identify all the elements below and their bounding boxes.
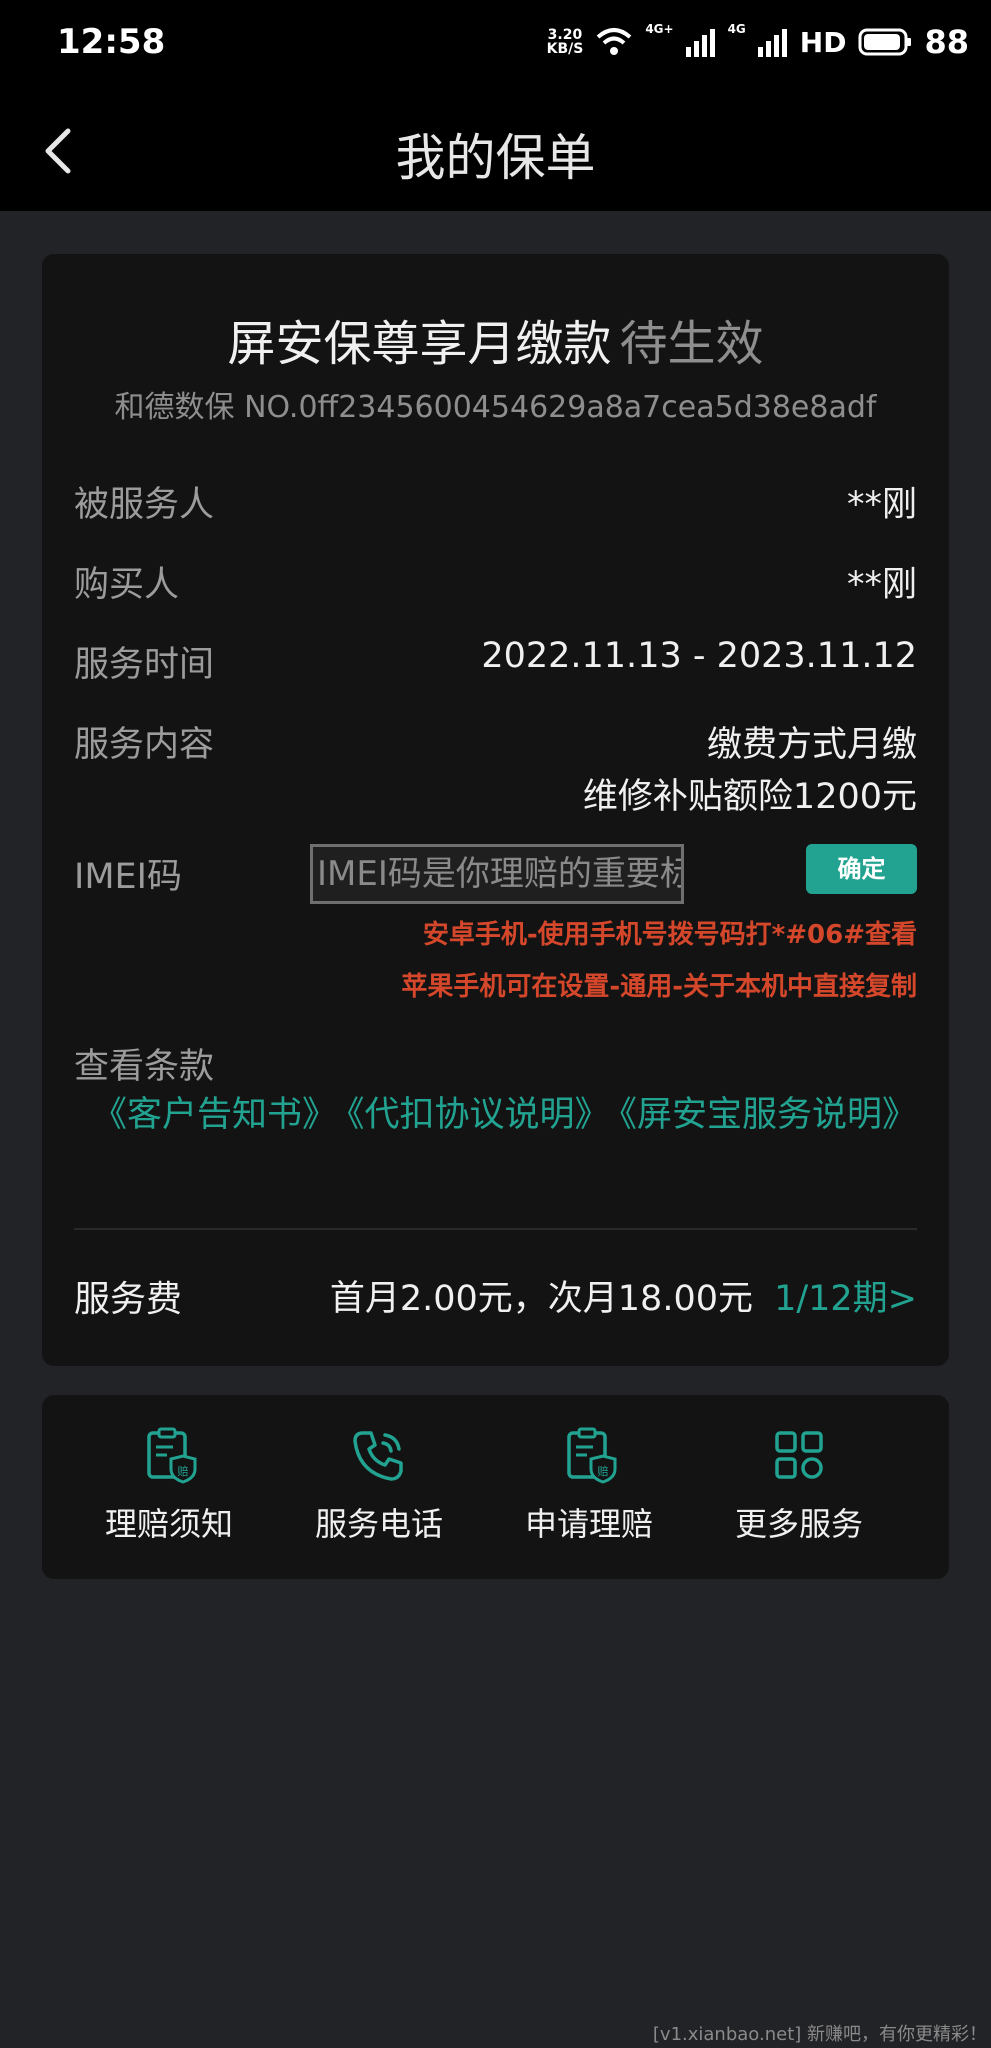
- status-bar: 12:58 3.20 KB/S 4G+ 4G HD 88: [0, 0, 991, 90]
- service-time-value: 2022.11.13 - 2023.11.12: [481, 636, 917, 676]
- term-link-withhold-agreement[interactable]: 《代扣协议说明》: [347, 1095, 610, 1135]
- service-time-label: 服务时间: [74, 645, 215, 685]
- divider: [74, 1228, 917, 1230]
- network-speed-unit: KB/S: [546, 41, 584, 57]
- action-service-phone[interactable]: 服务电话: [274, 1395, 484, 1579]
- nav-bar: 我的保单: [0, 90, 991, 211]
- network-speed-value: 3.20: [547, 27, 583, 43]
- service-content-line-2: 维修补贴额险1200元: [582, 777, 917, 817]
- action-label: 申请理赔: [524, 1505, 653, 1543]
- fee-label: 服务费: [74, 1279, 183, 1320]
- fee-value: 首月2.00元，次月18.00元: [329, 1279, 753, 1319]
- imei-hint-android: 安卓手机-使用手机号拨号码打*#06#查看: [422, 920, 917, 950]
- insured-label: 被服务人: [74, 485, 215, 525]
- terms-links: 《客户告知书》 《代扣协议说明》 《屏安宝服务说明》: [74, 1090, 917, 1141]
- imei-input[interactable]: IMEI码是你理赔的重要标志: [310, 844, 684, 904]
- policy-name: 屏安保尊享月缴款: [227, 316, 612, 372]
- watermark: [v1.xianbao.net] 新赚吧，有你更精彩！: [652, 2024, 987, 2045]
- status-icons: 3.20 KB/S 4G+ 4G HD 88: [547, 22, 969, 62]
- wifi-icon: [596, 28, 632, 55]
- grid-icon: [775, 1431, 823, 1479]
- svg-text:赔: 赔: [598, 1464, 609, 1478]
- action-label: 理赔须知: [104, 1505, 233, 1543]
- service-content-line-1: 缴费方式月缴: [706, 725, 917, 765]
- imei-hint-apple: 苹果手机可在设置-通用-关于本机中直接复制: [401, 972, 917, 1002]
- buyer-label: 购买人: [74, 565, 180, 605]
- signal-icon: [685, 29, 715, 57]
- actions-card: 赔 理赔须知 服务电话 赔 申请理赔 更多服务: [42, 1395, 949, 1579]
- battery-icon: [858, 28, 912, 56]
- policy-status: 待生效: [619, 316, 764, 372]
- hd-label: HD: [799, 25, 847, 59]
- network-speed: 3.20 KB/S: [547, 28, 584, 56]
- service-content-label: 服务内容: [74, 725, 215, 765]
- terms-label: 查看条款: [74, 1047, 215, 1087]
- status-time: 12:58: [57, 22, 166, 62]
- policy-title: 屏安保尊享月缴款 待生效: [42, 304, 949, 374]
- action-more-services[interactable]: 更多服务: [694, 1395, 904, 1579]
- action-apply-claim[interactable]: 赔 申请理赔: [484, 1395, 694, 1579]
- insured-value: **刚: [846, 485, 917, 525]
- action-claim-notice[interactable]: 赔 理赔须知: [64, 1395, 274, 1579]
- buyer-value: **刚: [846, 565, 917, 605]
- claim-apply-icon: 赔: [567, 1427, 617, 1484]
- term-link-customer-notice[interactable]: 《客户告知书》: [92, 1095, 337, 1135]
- imei-label: IMEI码: [74, 857, 182, 897]
- term-link-service-description[interactable]: 《屏安宝服务说明》: [619, 1095, 917, 1135]
- phone-icon: [353, 1431, 403, 1481]
- signal-icon-2: [757, 29, 787, 57]
- page-title: 我的保单: [395, 129, 596, 187]
- claim-notice-icon: 赔: [147, 1427, 197, 1484]
- battery-level: 88: [924, 23, 969, 61]
- fee-period-link[interactable]: 1/12期>: [774, 1270, 917, 1321]
- action-label: 更多服务: [734, 1505, 863, 1543]
- svg-text:赔: 赔: [178, 1464, 189, 1478]
- network-type-label: 4G+: [645, 22, 674, 36]
- action-label: 服务电话: [314, 1505, 443, 1543]
- network-type-label-2: 4G: [727, 22, 746, 36]
- policy-number: 和德数保 NO.0ff2345600454629a8a7cea5d38e8adf: [114, 390, 877, 425]
- policy-card: 屏安保尊享月缴款 待生效 和德数保 NO.0ff2345600454629a8a7…: [42, 254, 949, 1366]
- confirm-button[interactable]: 确定: [806, 844, 917, 894]
